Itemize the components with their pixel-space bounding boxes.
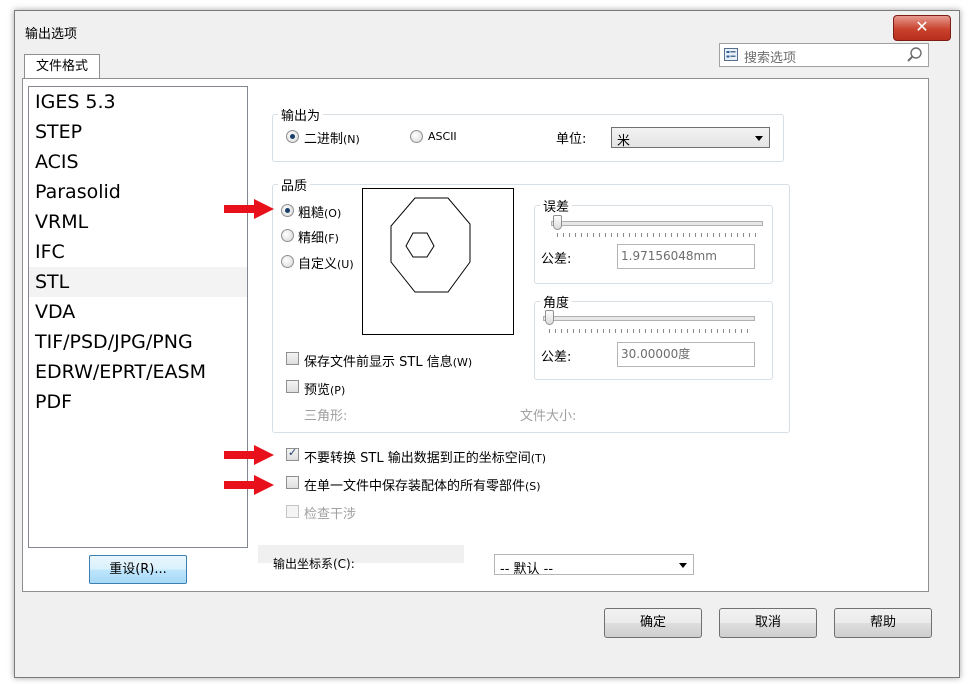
format-list[interactable]: IGES 5.3 STEP ACIS Parasolid VRML IFC STL VDA TI… bbox=[28, 86, 248, 548]
format-item[interactable]: VRML bbox=[29, 207, 247, 237]
preview-checkbox[interactable] bbox=[286, 380, 299, 393]
ascii-label[interactable]: ASCII bbox=[428, 130, 457, 143]
custom-radio[interactable] bbox=[281, 255, 294, 268]
format-item[interactable]: STL bbox=[29, 267, 247, 297]
deviation-slider-thumb[interactable] bbox=[553, 215, 562, 230]
coord-system-value: -- 默认 -- bbox=[500, 562, 554, 577]
deviation-group: 误差 bbox=[534, 196, 773, 284]
options-list-icon bbox=[724, 48, 738, 61]
coarse-radio[interactable] bbox=[281, 204, 294, 217]
preview-label[interactable]: 预览(P) bbox=[304, 379, 345, 398]
fine-label[interactable]: 精细(F) bbox=[298, 227, 339, 246]
unit-value: 米 bbox=[617, 134, 631, 149]
single-file-assembly-label[interactable]: 在单一文件中保存装配体的所有零部件(S) bbox=[304, 475, 541, 494]
angle-slider-track[interactable] bbox=[543, 316, 755, 321]
help-button[interactable]: 帮助 bbox=[834, 608, 932, 638]
ok-button[interactable]: 确定 bbox=[604, 608, 702, 638]
angle-slider-thumb[interactable] bbox=[545, 310, 554, 325]
search-placeholder: 搜索选项 bbox=[744, 51, 797, 66]
angle-tol-label: 公差: bbox=[541, 350, 572, 365]
close-icon: ✕ bbox=[915, 17, 929, 36]
binary-radio[interactable] bbox=[286, 130, 299, 143]
unit-label: 单位: bbox=[556, 132, 587, 147]
ascii-radio[interactable] bbox=[410, 130, 423, 143]
octagon-preview-icon bbox=[390, 197, 471, 293]
deviation-tol-label: 公差: bbox=[541, 252, 572, 267]
deviation-slider-track[interactable] bbox=[551, 221, 763, 226]
tab-file-format[interactable]: 文件格式 bbox=[24, 54, 100, 79]
format-item[interactable]: EDRW/EPRT/EASM bbox=[29, 357, 247, 387]
reset-button[interactable]: 重设(R)... bbox=[89, 555, 187, 584]
deviation-ticks bbox=[557, 233, 761, 237]
coarse-label[interactable]: 粗糙(O) bbox=[298, 202, 341, 221]
angle-tol-field: 30.00000度 bbox=[617, 342, 755, 367]
format-item[interactable]: ACIS bbox=[29, 147, 247, 177]
check-interference-label: 检查干涉 bbox=[304, 507, 357, 522]
coord-system-select[interactable]: -- 默认 -- bbox=[494, 554, 694, 577]
unit-select[interactable]: 米 bbox=[611, 127, 770, 149]
angle-ticks bbox=[549, 329, 753, 333]
custom-label[interactable]: 自定义(U) bbox=[298, 253, 354, 272]
fine-radio[interactable] bbox=[281, 229, 294, 242]
check-interference-checkbox[interactable] bbox=[286, 505, 299, 518]
format-item[interactable]: TIF/PSD/JPG/PNG bbox=[29, 327, 247, 357]
no-positive-space-label[interactable]: 不要转换 STL 输出数据到正的坐标空间(T) bbox=[304, 447, 546, 466]
file-size-label: 文件大小: bbox=[520, 409, 577, 424]
red-arrow-icon bbox=[224, 199, 274, 219]
triangles-label: 三角形: bbox=[304, 409, 348, 424]
deviation-tol-field: 1.97156048mm bbox=[617, 244, 755, 269]
format-item[interactable]: IFC bbox=[29, 237, 247, 267]
cancel-button[interactable]: 取消 bbox=[719, 608, 817, 638]
coord-system-label: 输出坐标系(C): bbox=[273, 557, 355, 571]
red-arrow-icon bbox=[224, 475, 274, 495]
format-item[interactable]: IGES 5.3 bbox=[29, 87, 247, 117]
show-stl-info-label[interactable]: 保存文件前显示 STL 信息(W) bbox=[304, 351, 472, 370]
single-file-assembly-checkbox[interactable] bbox=[286, 476, 299, 489]
no-positive-space-checkbox[interactable] bbox=[286, 446, 299, 461]
quality-legend: 品质 bbox=[281, 179, 308, 194]
deviation-legend: 误差 bbox=[543, 200, 570, 215]
format-item[interactable]: STEP bbox=[29, 117, 247, 147]
chevron-down-icon bbox=[679, 563, 687, 568]
show-stl-info-checkbox[interactable] bbox=[286, 352, 299, 365]
format-item[interactable]: Parasolid bbox=[29, 177, 247, 207]
magnifier-icon[interactable] bbox=[906, 46, 924, 64]
angle-legend: 角度 bbox=[543, 296, 570, 311]
close-button[interactable]: ✕ bbox=[893, 15, 951, 41]
output-as-legend: 输出为 bbox=[281, 109, 321, 124]
mesh-preview bbox=[362, 188, 514, 335]
format-item[interactable]: PDF bbox=[29, 387, 247, 417]
binary-label[interactable]: 二进制(N) bbox=[304, 128, 360, 147]
window-title: 输出选项 bbox=[25, 27, 78, 42]
red-arrow-icon bbox=[224, 445, 274, 465]
search-options-input[interactable]: 搜索选项 bbox=[719, 43, 929, 67]
chevron-down-icon bbox=[755, 136, 763, 141]
format-item[interactable]: VDA bbox=[29, 297, 247, 327]
